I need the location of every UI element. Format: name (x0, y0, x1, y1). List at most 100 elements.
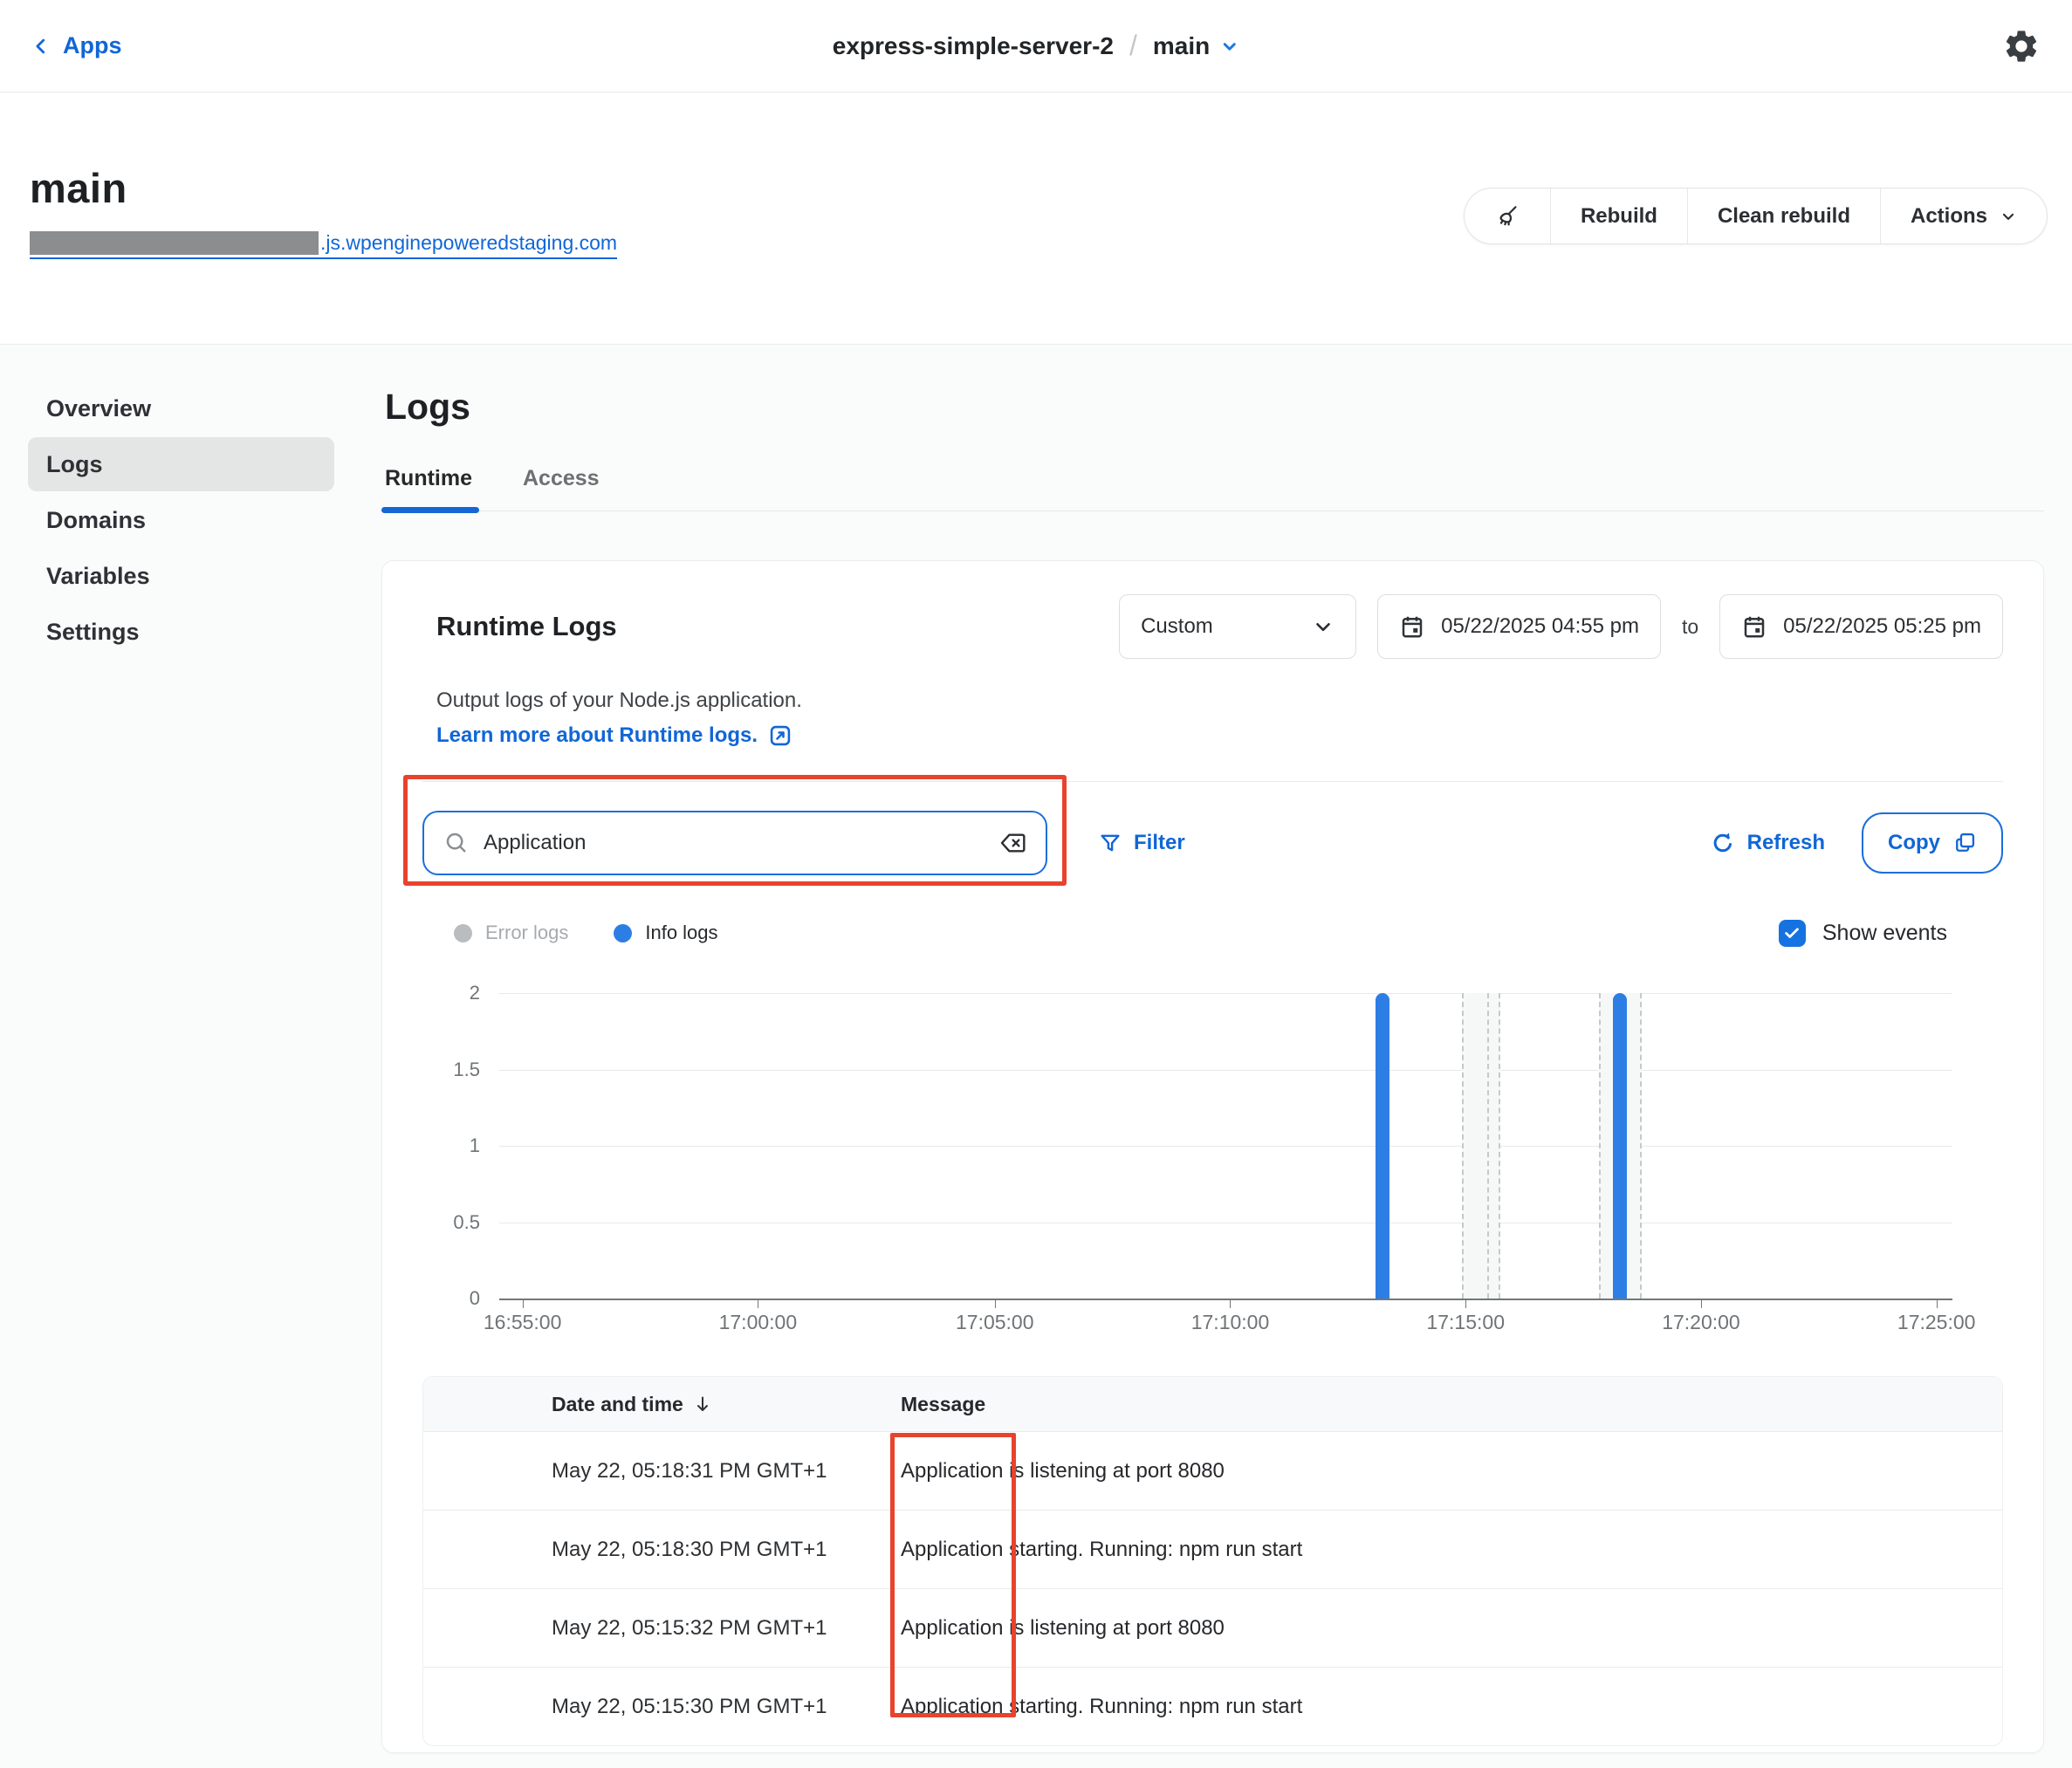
table-row[interactable]: May 22, 05:15:30 PM GMT+1 Application st… (423, 1667, 2002, 1745)
gridline (499, 1146, 1952, 1147)
table-row[interactable]: May 22, 05:15:32 PM GMT+1 Application is… (423, 1588, 2002, 1667)
sidebar-item-label: Overview (46, 395, 151, 422)
log-entries-table: Date and time Message May 22, 05:18:31 P… (422, 1376, 2003, 1746)
check-icon (1782, 923, 1801, 942)
show-events-label: Show events (1822, 921, 1947, 946)
x-axis-tick-label: 17:25:00 (1897, 1311, 1976, 1334)
x-axis-tick-label: 17:10:00 (1191, 1311, 1270, 1334)
date-to-value: 05/22/2025 05:25 pm (1783, 614, 1981, 639)
time-range-controls: Custom 05/22/2025 (1119, 594, 2003, 659)
tab-access[interactable]: Access (523, 466, 600, 511)
range-preset-value: Custom (1141, 614, 1213, 639)
date-from-value: 05/22/2025 04:55 pm (1441, 614, 1639, 639)
table-row[interactable]: May 22, 05:18:31 PM GMT+1 Application is… (423, 1431, 2002, 1510)
log-message: Application starting. Running: npm run s… (901, 1695, 2002, 1719)
tab-runtime[interactable]: Runtime (385, 466, 472, 511)
learn-more-link[interactable]: Learn more about Runtime logs. (436, 723, 792, 748)
sidebar-item-settings[interactable]: Settings (28, 605, 334, 659)
table-row[interactable]: May 22, 05:18:30 PM GMT+1 Application st… (423, 1510, 2002, 1588)
x-axis-tick-label: 17:00:00 (719, 1311, 798, 1334)
page-body: Overview Logs Domains Variables Settings… (0, 345, 2072, 1768)
y-axis-tick-label: 1.5 (422, 1059, 480, 1081)
sidebar-item-label: Variables (46, 563, 150, 590)
panel-description: Output logs of your Node.js application. (436, 689, 2003, 713)
runtime-logs-panel: Runtime Logs Custom (381, 560, 2044, 1753)
chart-plot: 00.511.52 (499, 993, 1952, 1300)
toolbar-divider (422, 781, 2003, 782)
log-message: Application starting. Running: npm run s… (901, 1538, 2002, 1562)
log-volume-chart: 00.511.52 16:55:00 17:00:00 17:05:00 17:10:… (422, 993, 2003, 1337)
show-events-checkbox[interactable] (1779, 920, 1806, 947)
environment-url-link[interactable]: .js.wpenginepoweredstaging.com (30, 231, 617, 259)
x-axis-tick-label: 17:15:00 (1426, 1311, 1505, 1334)
range-preset-select[interactable]: Custom (1119, 594, 1356, 659)
sidebar-item-variables[interactable]: Variables (28, 549, 334, 603)
log-count-bar[interactable] (1613, 993, 1627, 1299)
logs-search-box[interactable] (422, 811, 1047, 875)
column-header-message[interactable]: Message (901, 1393, 2002, 1416)
gear-icon (2002, 27, 2041, 65)
broom-icon (1494, 203, 1520, 230)
breadcrumb-app-name: express-simple-server-2 (833, 32, 1114, 60)
clear-search-icon[interactable] (998, 829, 1026, 857)
sidebar-item-label: Logs (46, 451, 103, 478)
external-link-icon (768, 723, 792, 748)
breadcrumb: express-simple-server-2 / main (833, 30, 1239, 62)
logs-title: Logs (385, 387, 2044, 428)
y-axis-tick-label: 1 (422, 1134, 480, 1157)
environment-selector[interactable]: main (1153, 32, 1239, 60)
copy-icon (1952, 831, 1977, 855)
refresh-button[interactable]: Refresh (1710, 830, 1825, 856)
x-axis-tick-label: 17:05:00 (956, 1311, 1034, 1334)
sort-descending-icon (692, 1394, 713, 1415)
log-datetime: May 22, 05:18:30 PM GMT+1 (423, 1538, 901, 1562)
info-logs-dot (614, 924, 632, 942)
legend-info-logs[interactable]: Info logs (614, 922, 717, 944)
search-annotated-region (422, 811, 1047, 875)
tab-label: Runtime (385, 466, 472, 490)
date-to-input[interactable]: 05/22/2025 05:25 pm (1719, 594, 2003, 659)
refresh-label: Refresh (1747, 831, 1825, 855)
actions-menu-button[interactable]: Actions (1880, 188, 2047, 243)
calendar-icon (1741, 613, 1767, 640)
filter-button[interactable]: Filter (1098, 831, 1185, 855)
datetime-header-label: Date and time (552, 1393, 683, 1416)
gridline (499, 1070, 1952, 1071)
back-to-apps-link[interactable]: Apps (31, 32, 122, 59)
sidebar-item-logs[interactable]: Logs (28, 437, 334, 491)
calendar-icon (1399, 613, 1425, 640)
chevron-down-icon (1220, 37, 1239, 56)
refresh-icon (1710, 830, 1736, 856)
sidebar-item-overview[interactable]: Overview (28, 381, 334, 435)
show-events-toggle[interactable]: Show events (1779, 920, 1947, 947)
actions-label: Actions (1911, 204, 1987, 229)
learn-more-label: Learn more about Runtime logs. (436, 723, 758, 748)
log-count-bar[interactable] (1376, 993, 1389, 1299)
settings-gear-button[interactable] (2002, 27, 2041, 65)
error-logs-label: Error logs (485, 922, 568, 944)
environment-name: main (1153, 32, 1210, 60)
search-input[interactable] (484, 831, 985, 855)
chevron-down-icon (1312, 615, 1334, 638)
copy-label: Copy (1888, 831, 1940, 855)
legend-error-logs[interactable]: Error logs (454, 922, 568, 944)
purge-cache-button[interactable] (1465, 188, 1550, 243)
rebuild-label: Rebuild (1581, 204, 1657, 229)
filter-label: Filter (1134, 831, 1185, 855)
x-axis-tick-label: 16:55:00 (484, 1311, 562, 1334)
clean-rebuild-button[interactable]: Clean rebuild (1687, 188, 1880, 243)
logs-toolbar: Filter Refresh Copy (422, 811, 2003, 875)
gridline (499, 993, 1952, 994)
copy-logs-button[interactable]: Copy (1862, 812, 2003, 874)
funnel-icon (1098, 831, 1122, 855)
column-header-datetime[interactable]: Date and time (423, 1393, 901, 1416)
sidebar-item-domains[interactable]: Domains (28, 493, 334, 547)
rebuild-button[interactable]: Rebuild (1550, 188, 1687, 243)
y-axis-tick-label: 0 (422, 1287, 480, 1310)
log-message: Application is listening at port 8080 (901, 1616, 2002, 1641)
environment-nav-sidebar: Overview Logs Domains Variables Settings (28, 381, 334, 1768)
date-from-input[interactable]: 05/22/2025 04:55 pm (1377, 594, 1661, 659)
event-band-divider (1487, 993, 1489, 1299)
y-axis-tick-label: 2 (422, 982, 480, 1004)
chart-legend-row: Error logs Info logs Show events (422, 919, 2003, 947)
